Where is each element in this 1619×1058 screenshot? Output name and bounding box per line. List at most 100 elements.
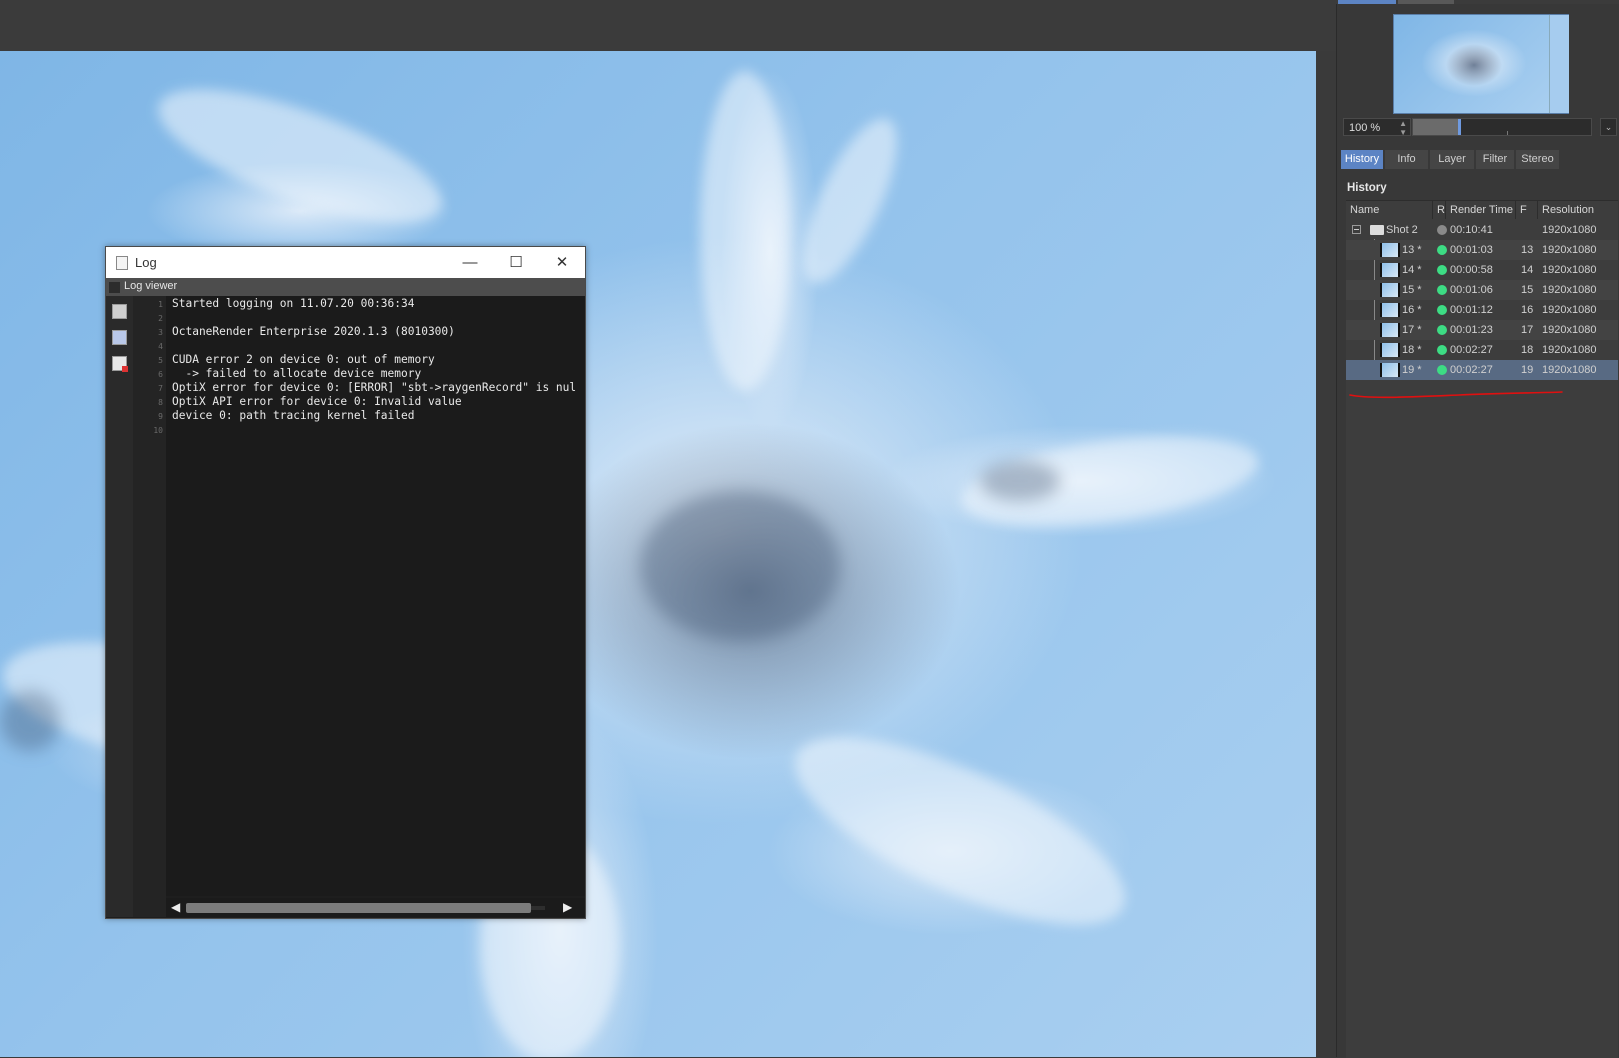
horizontal-scrollbar[interactable]: ◀ ▶ (166, 898, 585, 917)
line-number: 6 (158, 370, 163, 379)
render-thumbnail (1380, 343, 1400, 357)
history-row[interactable]: 16 * 00:01:12 16 1920x1080 (1346, 300, 1618, 320)
line-number: 7 (158, 384, 163, 393)
clear-log-icon[interactable] (112, 356, 128, 372)
row-name: 16 * (1402, 304, 1422, 316)
maximize-button[interactable]: ☐ (493, 247, 539, 278)
column-header-f[interactable]: F (1516, 201, 1538, 219)
column-header-r[interactable]: R (1433, 201, 1446, 219)
row-name: 14 * (1402, 264, 1422, 276)
annotation-path (1349, 391, 1563, 399)
render-thumbnail (1380, 363, 1400, 377)
line-number: 4 (158, 342, 163, 351)
row-resolution: 1920x1080 (1542, 264, 1597, 276)
status-dot-icon (1437, 245, 1447, 255)
history-row-selected[interactable]: 19 * 00:02:27 19 1920x1080 (1346, 360, 1618, 380)
status-dot-icon (1437, 365, 1447, 375)
row-resolution: 1920x1080 (1542, 304, 1597, 316)
row-resolution: 1920x1080 (1542, 364, 1597, 376)
zoom-slider[interactable] (1412, 118, 1592, 136)
navigator-thumbnail[interactable] (1393, 14, 1569, 114)
navigator-viewport-edge (1549, 15, 1569, 113)
history-row[interactable]: 13 * 00:01:03 13 1920x1080 (1346, 240, 1618, 260)
render-thumbnail (1380, 243, 1400, 257)
row-resolution: 1920x1080 (1542, 344, 1597, 356)
row-name: 15 * (1402, 284, 1422, 296)
row-render-time: 00:02:27 (1450, 344, 1493, 356)
zoom-dropdown-icon[interactable]: ⌄ (1600, 118, 1617, 136)
row-resolution: 1920x1080 (1542, 244, 1597, 256)
zoom-slider-tick (1507, 131, 1508, 135)
group-resolution: 1920x1080 (1542, 224, 1597, 236)
log-text-area[interactable]: Started logging on 11.07.20 00:36:34 Oct… (166, 296, 585, 896)
log-viewer-header: Log viewer (106, 278, 585, 296)
log-toolbar (106, 296, 133, 917)
line-number-gutter: 1 2 3 4 5 6 7 8 9 10 (133, 296, 166, 917)
row-frame: 16 (1521, 304, 1534, 316)
column-header-name[interactable]: Name (1346, 201, 1433, 219)
history-group-row[interactable]: Shot 2 00:10:41 1920x1080 (1346, 220, 1618, 240)
row-frame: 19 (1521, 364, 1534, 376)
zoom-field[interactable]: 100 % ▲ ▼ (1343, 118, 1411, 137)
tab-layer[interactable]: Layer (1430, 150, 1474, 169)
log-titlebar[interactable]: Log — ☐ ✕ (106, 247, 585, 278)
row-render-time: 00:01:23 (1450, 324, 1493, 336)
render-thumbnail (1380, 263, 1400, 277)
render-thumbnail (1380, 283, 1400, 297)
tab-stereo[interactable]: Stereo (1516, 150, 1559, 169)
status-dot-icon (1437, 325, 1447, 335)
tab-filter[interactable]: Filter (1476, 150, 1514, 169)
row-render-time: 00:01:06 (1450, 284, 1493, 296)
scroll-right-icon[interactable]: ▶ (563, 900, 572, 914)
line-number: 10 (153, 426, 163, 435)
row-resolution: 1920x1080 (1542, 324, 1597, 336)
log-viewer-icon (109, 282, 120, 293)
render-shadow (640, 491, 840, 641)
minimize-button[interactable]: — (447, 247, 493, 278)
history-row[interactable]: 17 * 00:01:23 17 1920x1080 (1346, 320, 1618, 340)
line-number: 3 (158, 328, 163, 337)
row-name: 19 * (1402, 364, 1422, 376)
column-header-render-time[interactable]: Render Time (1446, 201, 1516, 219)
log-line: Started logging on 11.07.20 00:36:34 (172, 297, 415, 310)
close-button[interactable]: ✕ (539, 247, 585, 278)
line-number: 1 (158, 300, 163, 309)
tab-history[interactable]: History (1341, 150, 1383, 169)
render-feather (771, 700, 1149, 962)
tab-info[interactable]: Info (1385, 150, 1428, 169)
scroll-left-icon[interactable]: ◀ (171, 900, 180, 914)
row-frame: 13 (1521, 244, 1534, 256)
row-name: 18 * (1402, 344, 1422, 356)
history-row[interactable]: 18 * 00:02:27 18 1920x1080 (1346, 340, 1618, 360)
render-shadow (0, 691, 60, 751)
render-feather (784, 106, 916, 296)
copy-log-icon[interactable] (112, 330, 127, 345)
history-row[interactable]: 15 * 00:01:06 15 1920x1080 (1346, 280, 1618, 300)
zoom-slider-handle[interactable] (1458, 119, 1461, 135)
log-viewer-label: Log viewer (124, 280, 178, 292)
log-window[interactable]: Log — ☐ ✕ Log viewer 1 2 3 4 5 6 7 8 9 1… (105, 246, 586, 919)
collapse-icon[interactable] (1352, 225, 1361, 234)
row-name: 17 * (1402, 324, 1422, 336)
history-row[interactable]: 14 * 00:00:58 14 1920x1080 (1346, 260, 1618, 280)
scroll-thumb[interactable] (186, 903, 531, 913)
red-annotation-stroke (1349, 391, 1563, 399)
zoom-spinner-icon[interactable]: ▲ ▼ (1399, 119, 1407, 137)
column-header-resolution[interactable]: Resolution (1538, 201, 1618, 219)
render-thumbnail (1380, 323, 1400, 337)
history-heading: History (1347, 182, 1387, 194)
line-number: 8 (158, 398, 163, 407)
row-frame: 15 (1521, 284, 1534, 296)
log-line: OctaneRender Enterprise 2020.1.3 (801030… (172, 325, 455, 338)
status-dot-icon (1437, 345, 1447, 355)
row-render-time: 00:00:58 (1450, 264, 1493, 276)
save-log-icon[interactable] (112, 304, 127, 319)
render-thumbnail (1380, 303, 1400, 317)
top-toolbar (0, 0, 1336, 51)
zoom-slider-fill (1413, 119, 1458, 135)
row-render-time: 00:01:12 (1450, 304, 1493, 316)
row-render-time: 00:02:27 (1450, 364, 1493, 376)
render-shadow (980, 461, 1060, 501)
group-render-time: 00:10:41 (1450, 224, 1493, 236)
log-line: -> failed to allocate device memory (172, 367, 422, 380)
